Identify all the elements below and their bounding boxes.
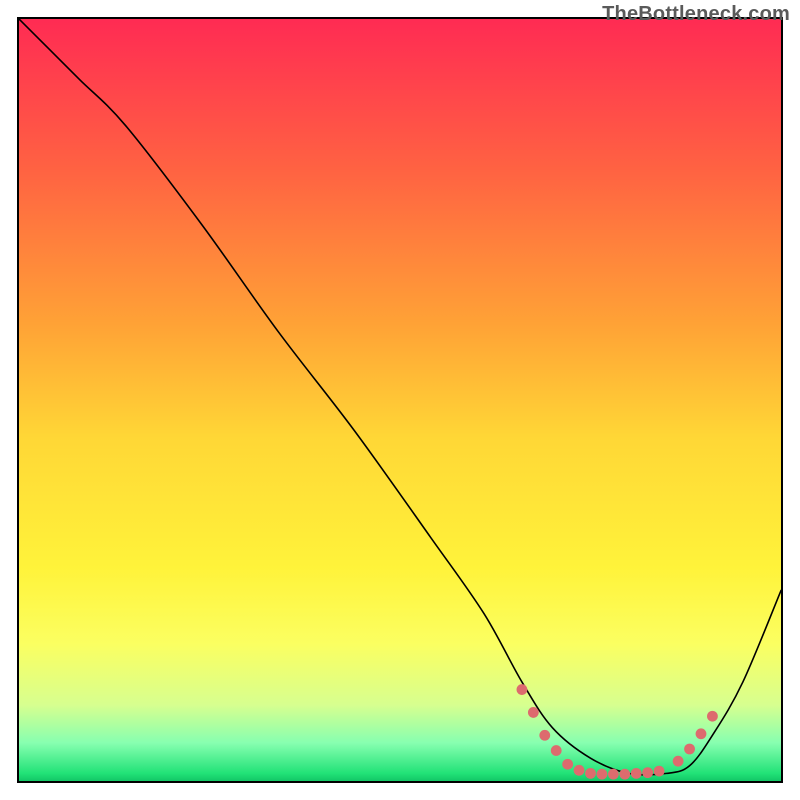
highlight-dot xyxy=(619,769,630,780)
chart-area xyxy=(17,17,783,783)
highlight-dot xyxy=(642,767,653,778)
highlight-dot xyxy=(562,759,573,770)
highlight-dot xyxy=(608,769,619,780)
highlight-dot xyxy=(528,707,539,718)
highlight-dot xyxy=(696,728,707,739)
highlight-dot xyxy=(673,756,684,767)
highlight-dot xyxy=(684,744,695,755)
watermark: TheBottleneck.com xyxy=(602,3,790,26)
highlight-dot xyxy=(707,711,718,722)
highlight-dot xyxy=(597,769,608,780)
highlight-dot xyxy=(551,745,562,756)
chart-background xyxy=(19,19,781,781)
highlight-dot xyxy=(517,684,528,695)
highlight-dot xyxy=(574,765,585,776)
highlight-dot xyxy=(654,766,665,777)
highlight-dot xyxy=(631,768,642,779)
highlight-dot xyxy=(585,768,596,779)
chart-svg xyxy=(19,19,781,781)
highlight-dot xyxy=(539,730,550,741)
